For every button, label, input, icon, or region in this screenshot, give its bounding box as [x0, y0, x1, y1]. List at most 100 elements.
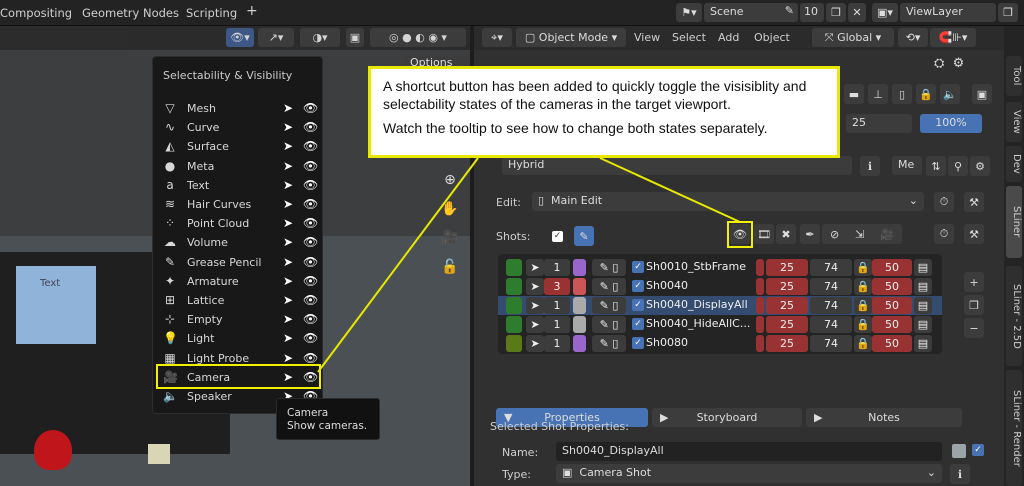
shot-enable-checkbox[interactable]: ✓: [632, 280, 644, 292]
select-arrow-icon[interactable]: ➤: [283, 139, 293, 153]
render-icon[interactable]: ▣: [972, 84, 992, 104]
settings-icon[interactable]: ⚙: [970, 156, 990, 176]
tab-view[interactable]: View: [1006, 102, 1022, 142]
eye-icon[interactable]: 👁: [303, 139, 318, 153]
remove-shot-button[interactable]: −: [964, 318, 984, 338]
shading-selector[interactable]: ◎ ● ◐ ◉ ▾: [370, 28, 466, 47]
shot-take[interactable]: 1: [544, 335, 570, 352]
shot-tools-group[interactable]: ⊘ ⇲ 🎥: [822, 224, 902, 244]
tools-icon[interactable]: ⚒: [964, 192, 984, 212]
tab-notes[interactable]: ▶ Notes: [806, 408, 962, 427]
shot-swatch[interactable]: [573, 297, 586, 314]
add-workspace-button[interactable]: +: [246, 3, 258, 19]
lock-icon[interactable]: 🔒: [916, 84, 936, 104]
duplicate-scene-button[interactable]: ❐: [826, 3, 846, 22]
shot-start[interactable]: 25: [766, 278, 808, 295]
tab-sliner-render[interactable]: SLiner - Render: [1006, 370, 1022, 486]
shots-enable-checkbox[interactable]: ✓: [552, 231, 563, 242]
popup-item-text[interactable]: a Text ➤ 👁: [153, 176, 324, 195]
shot-duration[interactable]: 74: [810, 278, 852, 295]
tab-scripting[interactable]: Scripting: [186, 6, 237, 20]
select-arrow-icon[interactable]: ➤: [283, 331, 293, 345]
camera-options-icon[interactable]: ▤: [914, 316, 932, 333]
transform-orientation[interactable]: ⤧ Global ▾: [812, 28, 894, 47]
eye-icon[interactable]: 👁: [303, 331, 318, 345]
eye-icon[interactable]: 👁: [303, 159, 318, 173]
tab-tool[interactable]: Tool: [1006, 56, 1022, 96]
shot-end[interactable]: 50: [872, 297, 912, 314]
shot-row[interactable]: ➤ 1 ✎ ▯ ✓ Sh0040_HideAllC... 25 74 🔒 50 ▤: [498, 315, 942, 334]
popup-item-curve[interactable]: ∿ Curve ➤ 👁: [153, 118, 324, 137]
timer-icon[interactable]: ⏱: [934, 224, 954, 244]
popup-item-empty[interactable]: ⊹ Empty ➤ 👁: [153, 310, 324, 329]
shot-duration[interactable]: 74: [810, 297, 852, 314]
shot-end[interactable]: 50: [872, 278, 912, 295]
camera-options-icon[interactable]: ▤: [914, 259, 932, 276]
shot-color[interactable]: [506, 297, 522, 314]
shot-start[interactable]: 25: [766, 297, 808, 314]
shot-swatch[interactable]: [573, 278, 586, 295]
lock-duration-icon[interactable]: 🔒: [854, 335, 872, 352]
settings-gear-icon[interactable]: ⚙: [953, 56, 965, 71]
shot-duration[interactable]: 74: [810, 335, 852, 352]
percent-field[interactable]: 100%: [920, 114, 982, 133]
scene-name-field[interactable]: Scene ✎: [704, 3, 798, 22]
shot-color[interactable]: [506, 316, 522, 333]
info-icon[interactable]: ℹ: [950, 464, 970, 484]
shot-type-dropdown[interactable]: ▣ Camera Shot ⌄: [556, 464, 942, 483]
shot-start[interactable]: 25: [766, 335, 808, 352]
select-arrow-icon[interactable]: ➤: [283, 159, 293, 173]
speaker-icon[interactable]: 🔈: [940, 84, 960, 104]
select-arrow-icon[interactable]: ➤: [526, 335, 544, 352]
camera-options-icon[interactable]: ▤: [914, 297, 932, 314]
shot-name[interactable]: Sh0040_HideAllC...: [646, 317, 750, 330]
lock-duration-icon[interactable]: 🔒: [854, 297, 872, 314]
tab-geometry-nodes[interactable]: Geometry Nodes: [82, 6, 179, 20]
eye-icon[interactable]: 👁: [303, 293, 318, 307]
eye-icon[interactable]: 👁: [303, 235, 318, 249]
shot-end[interactable]: 50: [872, 259, 912, 276]
popup-item-volume[interactable]: ☁ Volume ➤ 👁: [153, 233, 324, 252]
popup-item-point-cloud[interactable]: ⁘ Point Cloud ➤ 👁: [153, 214, 324, 233]
add-shot-button[interactable]: +: [964, 272, 984, 292]
mode-selector[interactable]: ▢ Object Mode ▾: [516, 28, 626, 47]
popup-item-hair-curves[interactable]: ≋ Hair Curves ➤ 👁: [153, 195, 324, 214]
overlay-dropdown[interactable]: ◑▾: [300, 28, 340, 47]
shot-enable-checkbox[interactable]: ✓: [632, 337, 644, 349]
select-arrow-icon[interactable]: ➤: [283, 255, 293, 269]
camera-options-icon[interactable]: ▤: [914, 335, 932, 352]
popup-item-mesh[interactable]: ▽ Mesh ➤ 👁: [153, 99, 324, 118]
menu-add[interactable]: Add: [718, 31, 739, 44]
shot-swatch[interactable]: [573, 335, 586, 352]
shot-name-field[interactable]: Sh0040_DisplayAll: [556, 442, 942, 461]
snap-dropdown[interactable]: 🧲⊪▾: [930, 28, 976, 47]
camera-view-icon[interactable]: 🎥: [440, 224, 460, 253]
stamp-icon[interactable]: ▬: [844, 84, 864, 104]
select-arrow-icon[interactable]: ➤: [283, 274, 293, 288]
shot-enable-checkbox[interactable]: ✓: [632, 318, 644, 330]
shot-end[interactable]: 50: [872, 335, 912, 352]
lock-duration-icon[interactable]: 🔒: [854, 316, 872, 333]
popup-item-light[interactable]: 💡 Light ➤ 👁: [153, 329, 324, 348]
shot-row[interactable]: ➤ 1 ✎ ▯ ✓ Sh0010_StbFrame 25 74 🔒 50 ▤: [498, 258, 942, 277]
select-arrow-icon[interactable]: ➤: [283, 312, 293, 326]
select-arrow-icon[interactable]: ➤: [526, 259, 544, 276]
shot-name[interactable]: Sh0040_DisplayAll: [646, 298, 748, 311]
eyedropper-icon[interactable]: ✒: [800, 224, 820, 244]
tab-sliner-25d[interactable]: SLiner - 2.5D: [1006, 266, 1022, 366]
lock-duration-icon[interactable]: 🔒: [854, 259, 872, 276]
shot-name[interactable]: Sh0080: [646, 336, 688, 349]
timer-icon[interactable]: ⏱: [934, 192, 954, 212]
shot-edit-icons[interactable]: ✎ ▯: [592, 316, 626, 333]
editor-type-button[interactable]: ⌖▾: [482, 28, 512, 47]
duplicate-viewlayer-button[interactable]: ❐: [998, 3, 1018, 22]
select-arrow-icon[interactable]: ➤: [283, 101, 293, 115]
select-arrow-icon[interactable]: ➤: [526, 297, 544, 314]
popup-item-armature[interactable]: ✦ Armature ➤ 👁: [153, 272, 324, 291]
scene-browse-button[interactable]: ⚑▾: [676, 3, 702, 22]
eye-icon[interactable]: 👁: [303, 101, 318, 115]
stamp-frame-icon[interactable]: ⊥: [868, 84, 888, 104]
pan-icon[interactable]: ✋: [440, 195, 460, 224]
select-arrow-icon[interactable]: ➤: [283, 235, 293, 249]
xray-toggle[interactable]: ▣: [346, 28, 364, 47]
